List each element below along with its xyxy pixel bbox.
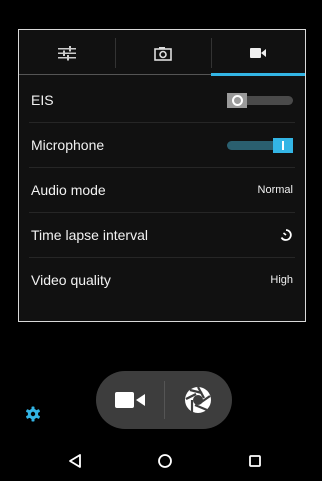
toggle-thumb-on [273, 138, 293, 153]
video-settings-panel: EIS Microphone Audio mode Normal Time la… [18, 29, 306, 322]
microphone-label: Microphone [31, 137, 105, 153]
recents-square-icon [249, 455, 261, 467]
timer-off-icon [280, 229, 292, 241]
video-record-button[interactable] [96, 371, 164, 429]
settings-gear-button[interactable] [24, 405, 42, 423]
camera-icon [154, 46, 172, 61]
video-camera-icon [250, 48, 266, 58]
audio-mode-label: Audio mode [31, 182, 106, 198]
video-quality-label: Video quality [31, 272, 111, 288]
setting-row-eis[interactable]: EIS [19, 78, 305, 122]
setting-row-audio-mode[interactable]: Audio mode Normal [19, 168, 305, 212]
setting-row-video-quality[interactable]: Video quality High [19, 258, 305, 302]
shutter-icon [185, 386, 211, 413]
nav-back-button[interactable] [55, 446, 95, 476]
eis-toggle[interactable] [227, 93, 293, 108]
settings-tab-bar [19, 30, 305, 76]
selected-tab-indicator [211, 73, 305, 76]
setting-row-microphone[interactable]: Microphone [19, 123, 305, 167]
camera-screen: EIS Microphone Audio mode Normal Time la… [0, 0, 322, 481]
setting-row-time-lapse[interactable]: Time lapse interval [19, 213, 305, 257]
gear-icon [26, 406, 40, 422]
video-camera-icon [115, 392, 145, 408]
capture-controls [96, 371, 232, 429]
back-triangle-icon [69, 454, 81, 468]
microphone-toggle[interactable] [227, 138, 293, 153]
toggle-thumb-off [227, 93, 247, 108]
home-circle-icon [158, 454, 172, 468]
navigation-bar [0, 440, 322, 481]
tab-video-settings[interactable] [211, 30, 305, 76]
nav-home-button[interactable] [145, 446, 185, 476]
eis-label: EIS [31, 92, 54, 108]
nav-recents-button[interactable] [235, 446, 275, 476]
sliders-icon [58, 46, 76, 61]
tab-general-settings[interactable] [19, 30, 115, 76]
video-quality-value: High [270, 274, 293, 286]
audio-mode-value: Normal [257, 184, 293, 196]
shutter-button[interactable] [164, 371, 232, 429]
time-lapse-label: Time lapse interval [31, 227, 148, 243]
tab-photo-settings[interactable] [115, 30, 211, 76]
